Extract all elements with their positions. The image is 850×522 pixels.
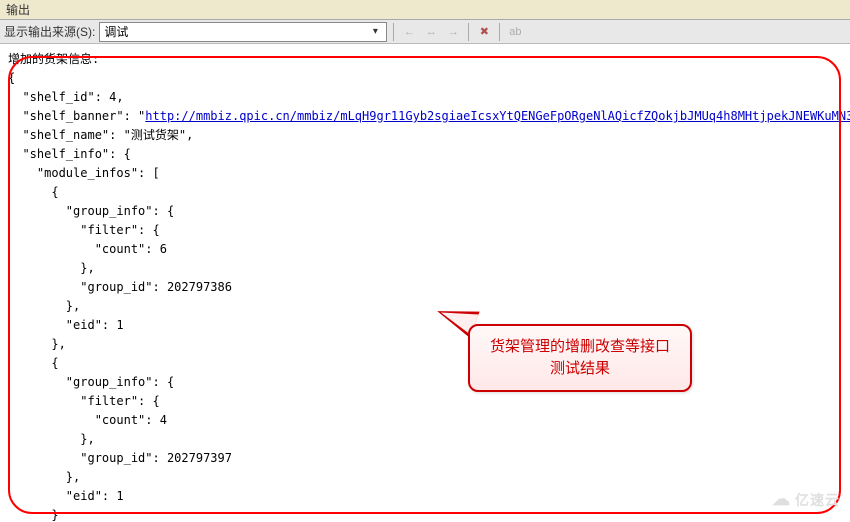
output-source-value: 调试	[104, 23, 368, 40]
clear-all-icon[interactable]: ✖	[475, 23, 493, 41]
chevron-down-icon: ▾	[368, 26, 382, 37]
shelf-name-value: 测试货架	[131, 128, 179, 142]
group-id-1: 202797397	[167, 451, 232, 465]
count-1: 4	[160, 413, 167, 427]
shelf-banner-key: "shelf_banner": "	[8, 109, 145, 123]
output-header: 增加的货架信息:	[8, 52, 99, 66]
output-toolbar: 显示输出来源(S): 调试 ▾ ← ↔ → ✖ ab	[0, 20, 850, 44]
eid-0: 1	[116, 318, 123, 332]
divider	[393, 23, 394, 41]
output-text-area[interactable]: 增加的货架信息: { "shelf_id": 4, "shelf_banner"…	[0, 44, 850, 522]
divider	[468, 23, 469, 41]
annotation-callout: 货架管理的增删改查等接口 测试结果	[468, 324, 692, 392]
watermark-text: 亿速云	[795, 490, 840, 510]
indent-center-icon[interactable]: ↔	[422, 23, 440, 41]
window-title: 输出	[6, 3, 30, 17]
output-source-select[interactable]: 调试 ▾	[99, 22, 387, 42]
group-id-0: 202797386	[167, 280, 232, 294]
indent-right-icon[interactable]: →	[444, 23, 462, 41]
count-0: 6	[160, 242, 167, 256]
window-title-bar: 输出	[0, 0, 850, 20]
indent-left-icon[interactable]: ←	[400, 23, 418, 41]
watermark: ☁ 亿速云	[772, 489, 840, 510]
shelf-id-value: 4	[109, 90, 116, 104]
divider	[499, 23, 500, 41]
shelf-banner-link[interactable]: http://mmbiz.qpic.cn/mmbiz/mLqH9gr11Gyb2…	[145, 109, 850, 123]
callout-line-2: 测试结果	[490, 358, 670, 380]
eid-1: 1	[116, 489, 123, 503]
word-wrap-icon[interactable]: ab	[506, 23, 524, 41]
callout-line-1: 货架管理的增删改查等接口	[490, 336, 670, 358]
cloud-icon: ☁	[772, 489, 791, 510]
output-source-label: 显示输出来源(S):	[4, 23, 95, 40]
